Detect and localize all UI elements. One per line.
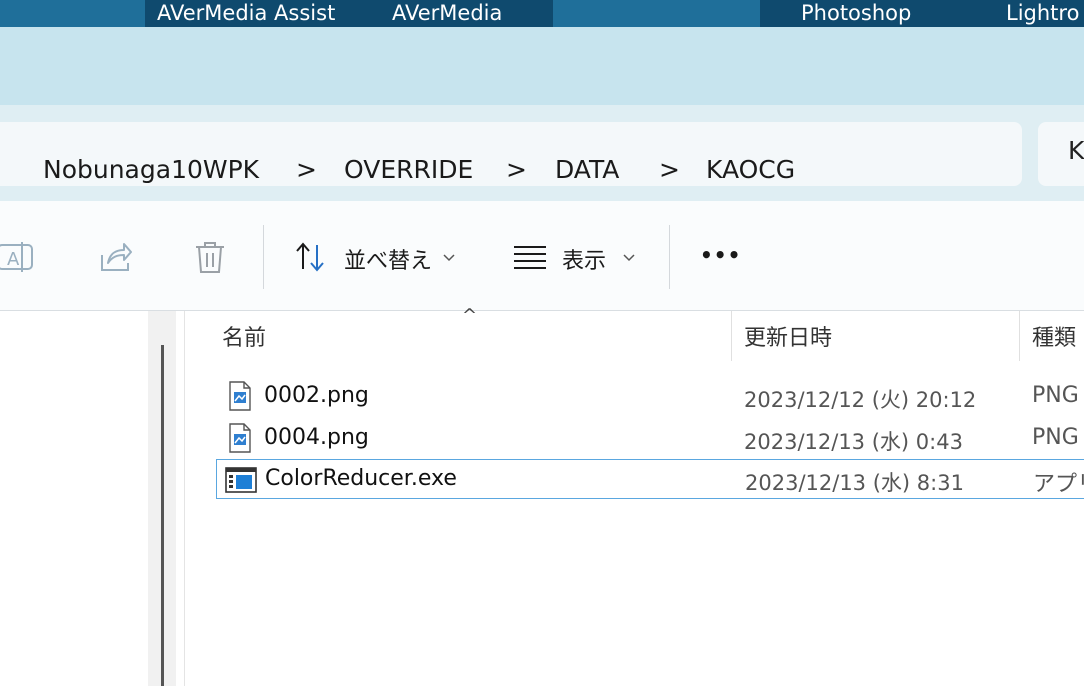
toolbar-separator [669, 225, 670, 289]
sort-ascending-indicator: ^ [462, 305, 478, 326]
breadcrumb-item-nobunaga10wpk[interactable]: Nobunaga10WPK [43, 155, 259, 184]
delete-button[interactable] [192, 239, 228, 279]
file-name: 0002.png [264, 383, 369, 408]
window-titlebar [0, 27, 1084, 105]
pane-divider[interactable] [184, 311, 185, 686]
search-input[interactable]: K [1038, 122, 1084, 186]
svg-text:A: A [7, 249, 20, 270]
rename-button[interactable]: A [0, 239, 38, 279]
file-name: ColorReducer.exe [265, 466, 457, 491]
column-header-name[interactable]: 名前 [222, 320, 266, 352]
file-name: 0004.png [264, 425, 369, 450]
breadcrumb-item-data[interactable]: DATA [555, 155, 619, 184]
sort-arrows-icon [296, 242, 324, 272]
address-bar-row: › Nobunaga10WPK > OVERRIDE > DATA > KAOC… [0, 105, 1084, 201]
file-date: 2023/12/13 (水) 8:31 [745, 471, 964, 495]
column-separator[interactable] [1019, 311, 1020, 361]
file-date: 2023/12/12 (火) 20:12 [744, 388, 977, 412]
breadcrumb-separator[interactable]: > [659, 155, 680, 184]
column-header-type[interactable]: 種類 [1032, 320, 1076, 352]
toolbar-separator [263, 225, 264, 289]
file-type: アプリ [1033, 472, 1084, 497]
taskbar-app-avermedia[interactable]: AVerMedia [392, 0, 502, 27]
taskbar-app-photoshop[interactable]: Photoshop [801, 0, 911, 27]
exe-app-icon [225, 467, 257, 493]
file-date: 2023/12/13 (水) 0:43 [744, 430, 963, 454]
trash-icon [196, 242, 224, 273]
navigation-pane[interactable] [0, 311, 148, 686]
breadcrumb-item-override[interactable]: OVERRIDE [344, 155, 473, 184]
search-placeholder: K [1068, 136, 1084, 165]
taskbar: AVerMedia Assist AVerMedia Photoshop Lig… [0, 0, 1084, 27]
view-list-icon [514, 246, 546, 269]
share-button[interactable] [98, 239, 134, 279]
view-label: 表示 [562, 249, 607, 274]
png-image-icon [229, 423, 251, 453]
breadcrumb-item-kaocg[interactable]: KAOCG [706, 155, 795, 184]
view-button[interactable]: 表示 [512, 237, 642, 277]
navigation-scrollbar[interactable] [148, 311, 176, 686]
breadcrumb-separator[interactable]: > [296, 155, 317, 184]
sort-label: 並べ替え [344, 249, 433, 274]
chevron-down-icon [443, 254, 455, 262]
taskbar-app-avermedia-assist[interactable]: AVerMedia Assist [157, 0, 335, 27]
sort-button[interactable]: 並べ替え [294, 237, 464, 277]
taskbar-app-lightroom[interactable]: Lightro [1006, 0, 1079, 27]
png-image-icon [229, 381, 251, 411]
file-row[interactable]: 0004.png 2023/12/13 (水) 0:43 PNG [216, 418, 1084, 458]
chevron-down-icon [623, 254, 635, 262]
more-ellipsis-icon: ••• [700, 243, 742, 267]
file-type: PNG [1032, 383, 1079, 408]
scrollbar-thumb[interactable] [161, 345, 164, 686]
rename-icon: A [0, 242, 33, 272]
breadcrumb[interactable]: › Nobunaga10WPK > OVERRIDE > DATA > KAOC… [0, 122, 1022, 186]
column-header-date[interactable]: 更新日時 [744, 320, 832, 352]
file-row[interactable]: 0002.png 2023/12/12 (火) 20:12 PNG [216, 376, 1084, 416]
file-type: PNG [1032, 425, 1079, 450]
breadcrumb-separator[interactable]: > [506, 155, 527, 184]
column-separator[interactable] [731, 311, 732, 361]
file-row-selected[interactable]: ColorReducer.exe 2023/12/13 (水) 8:31 アプリ [216, 459, 1084, 499]
command-bar: A 並べ替え 表示 ••• [0, 201, 1084, 311]
share-icon [101, 243, 132, 271]
